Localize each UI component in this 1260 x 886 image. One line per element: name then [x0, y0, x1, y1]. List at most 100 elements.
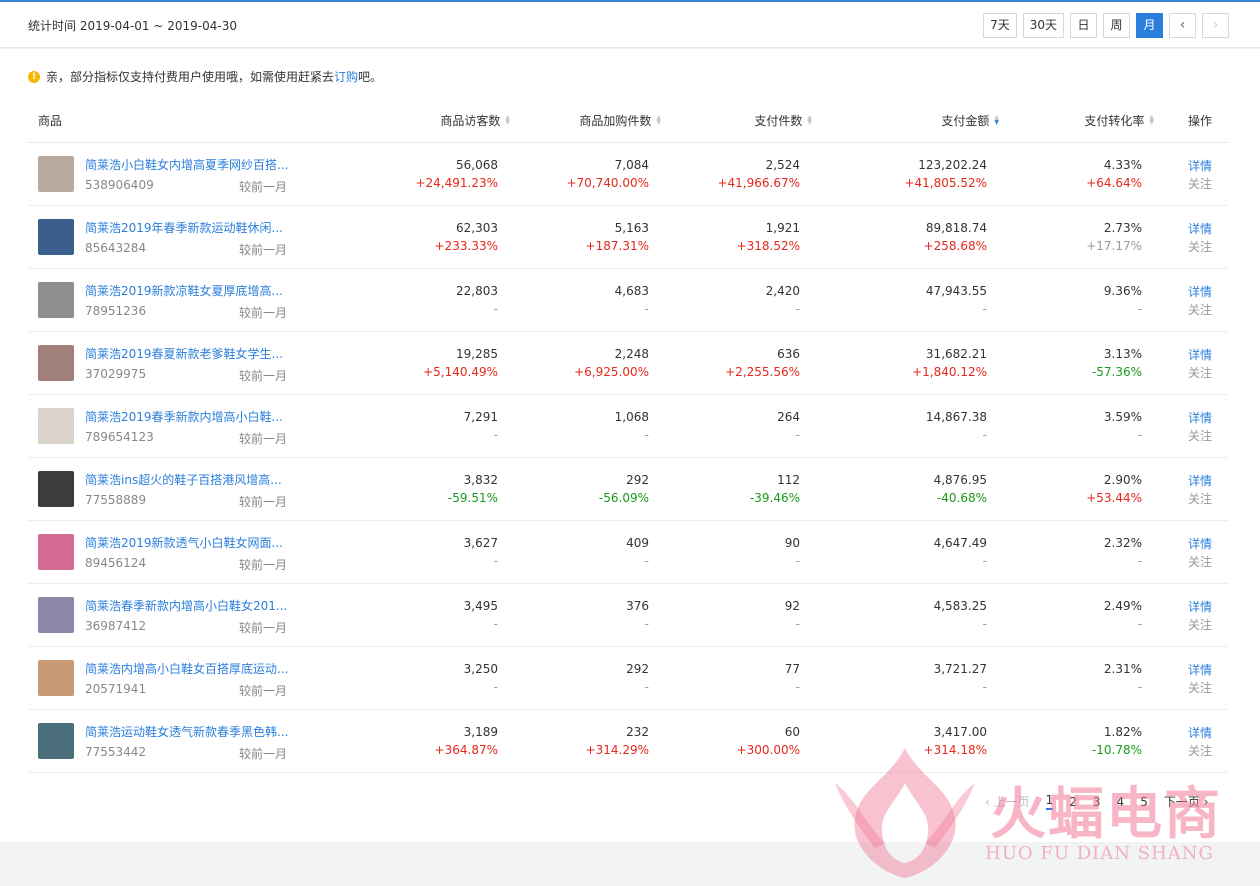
period-week-button[interactable]: 周 [1103, 13, 1130, 38]
next-period-button[interactable]: › [1202, 13, 1229, 38]
amount-value: 3,721.27 [933, 662, 987, 676]
detail-link[interactable]: 详情 [1188, 220, 1212, 238]
compare-label: 较前一月 [239, 684, 288, 698]
detail-link[interactable]: 详情 [1188, 472, 1212, 490]
detail-link[interactable]: 详情 [1188, 535, 1212, 553]
follow-link[interactable]: 关注 [1188, 175, 1212, 193]
cart-value: 409 [626, 536, 649, 550]
row-actions: 详情 关注 [1188, 724, 1212, 760]
rate-value: 9.36% [1103, 284, 1142, 298]
table-row: 简莱浩2019新款凉鞋女夏厚底增高... 78951236 较前一月 22,803 - 4… [28, 269, 1228, 332]
follow-link[interactable]: 关注 [1188, 490, 1212, 508]
product-name-link[interactable]: 简莱浩2019新款透气小白鞋女网面... [85, 534, 283, 551]
product-thumbnail[interactable] [38, 660, 74, 696]
product-id: 20571941 [85, 682, 147, 696]
detail-link[interactable]: 详情 [1188, 283, 1212, 301]
pay-qty-change: +318.52% [736, 239, 800, 253]
cart-value: 376 [626, 599, 649, 613]
detail-link[interactable]: 详情 [1188, 598, 1212, 616]
row-actions: 详情 关注 [1188, 661, 1212, 697]
pay-qty-value: 1,921 [765, 221, 800, 235]
row-actions: 详情 关注 [1188, 283, 1212, 319]
amount-value: 47,943.55 [925, 284, 987, 298]
product-name-link[interactable]: 简莱浩2019春夏新款老爹鞋女学生... [85, 345, 283, 362]
cart-change: +70,740.00% [566, 176, 649, 190]
product-thumbnail[interactable] [38, 345, 74, 381]
table-row: 简莱浩内增高小白鞋女百搭厚底运动... 20571941 较前一月 3,250 - 292… [28, 647, 1228, 710]
follow-link[interactable]: 关注 [1188, 238, 1212, 256]
compare-label: 较前一月 [239, 495, 288, 509]
col-visitors[interactable]: 商品访客数 ▲ ▼ [440, 112, 510, 129]
sort-icon: ▲ ▼ [1149, 113, 1154, 126]
product-id: 78951236 [85, 304, 147, 318]
product-name-link[interactable]: 简莱浩ins超火的鞋子百搭港风增高... [85, 471, 282, 488]
rate-value: 4.33% [1103, 158, 1142, 172]
product-name-link[interactable]: 简莱浩运动鞋女透气新款春季黑色韩... [85, 723, 288, 740]
page-2[interactable]: 2 [1069, 795, 1077, 809]
col-pay-qty[interactable]: 支付件数 ▲ ▼ [754, 112, 812, 129]
col-rate[interactable]: 支付转化率 ▲ ▼ [1084, 112, 1154, 129]
compare-label: 较前一月 [239, 243, 288, 257]
row-actions: 详情 关注 [1188, 220, 1212, 256]
table-row: 简莱浩春季新款内增高小白鞋女201... 36987412 较前一月 3,495 - 37… [28, 584, 1228, 647]
cart-value: 292 [626, 473, 649, 487]
product-id: 77553442 [85, 745, 147, 759]
follow-link[interactable]: 关注 [1188, 742, 1212, 760]
page-3[interactable]: 3 [1093, 795, 1101, 809]
subscribe-link[interactable]: 订购 [334, 68, 358, 85]
next-page-button[interactable]: 下一页 › [1164, 793, 1209, 810]
product-name-link[interactable]: 简莱浩2019新款凉鞋女夏厚底增高... [85, 282, 283, 299]
amount-change: +41,805.52% [904, 176, 987, 190]
detail-link[interactable]: 详情 [1188, 724, 1212, 742]
product-thumbnail[interactable] [38, 471, 74, 507]
follow-link[interactable]: 关注 [1188, 427, 1212, 445]
product-name-link[interactable]: 简莱浩小白鞋女内增高夏季网纱百搭... [85, 156, 288, 173]
prev-page-button[interactable]: ‹ 上一页 [985, 793, 1030, 810]
product-thumbnail[interactable] [38, 282, 74, 318]
product-name-link[interactable]: 简莱浩春季新款内增高小白鞋女201... [85, 597, 287, 614]
compare-label: 较前一月 [239, 369, 288, 383]
period-30d-button[interactable]: 30天 [1022, 13, 1064, 38]
detail-link[interactable]: 详情 [1188, 409, 1212, 427]
pay-qty-value: 92 [784, 599, 800, 613]
product-thumbnail[interactable] [38, 534, 74, 570]
period-7d-button[interactable]: 7天 [983, 13, 1017, 38]
col-cart[interactable]: 商品加购件数 ▲ ▼ [579, 112, 661, 129]
follow-link[interactable]: 关注 [1188, 364, 1212, 382]
prev-period-button[interactable]: ‹ [1169, 13, 1196, 38]
visitors-value: 22,803 [456, 284, 498, 298]
product-thumbnail[interactable] [38, 219, 74, 255]
detail-link[interactable]: 详情 [1188, 346, 1212, 364]
pay-qty-value: 636 [777, 347, 800, 361]
period-day-button[interactable]: 日 [1070, 13, 1097, 38]
product-thumbnail[interactable] [38, 408, 74, 444]
row-actions: 详情 关注 [1188, 472, 1212, 508]
rate-change: - [1137, 554, 1142, 568]
visitors-change: - [493, 428, 498, 442]
sort-icon: ▲ ▼ [656, 113, 661, 126]
page-1[interactable]: 1 [1045, 793, 1054, 810]
page-4[interactable]: 4 [1117, 795, 1125, 809]
detail-link[interactable]: 详情 [1188, 661, 1212, 679]
rate-change: +17.17% [1086, 239, 1142, 253]
chevron-right-icon: › [1212, 17, 1219, 33]
follow-link[interactable]: 关注 [1188, 301, 1212, 319]
amount-value: 123,202.24 [918, 158, 987, 172]
table-row: 简莱浩2019新款透气小白鞋女网面... 89456124 较前一月 3,627 - 40… [28, 521, 1228, 584]
table-row: 简莱浩小白鞋女内增高夏季网纱百搭... 538906409 较前一月 56,068 +2… [28, 143, 1228, 206]
page-5[interactable]: 5 [1140, 795, 1148, 809]
product-name-link[interactable]: 简莱浩2019年春季新款运动鞋休闲... [85, 219, 283, 236]
product-thumbnail[interactable] [38, 723, 74, 759]
product-thumbnail[interactable] [38, 156, 74, 192]
follow-link[interactable]: 关注 [1188, 679, 1212, 697]
compare-label: 较前一月 [239, 747, 288, 761]
period-month-button[interactable]: 月 [1136, 13, 1163, 38]
product-name-link[interactable]: 简莱浩内增高小白鞋女百搭厚底运动... [85, 660, 288, 677]
col-amount[interactable]: 支付金额 ▲ ▼ [941, 112, 999, 129]
follow-link[interactable]: 关注 [1188, 616, 1212, 634]
follow-link[interactable]: 关注 [1188, 553, 1212, 571]
product-name-link[interactable]: 简莱浩2019春季新款内增高小白鞋... [85, 408, 283, 425]
sort-icon: ▲ ▼ [505, 113, 510, 126]
detail-link[interactable]: 详情 [1188, 157, 1212, 175]
product-thumbnail[interactable] [38, 597, 74, 633]
